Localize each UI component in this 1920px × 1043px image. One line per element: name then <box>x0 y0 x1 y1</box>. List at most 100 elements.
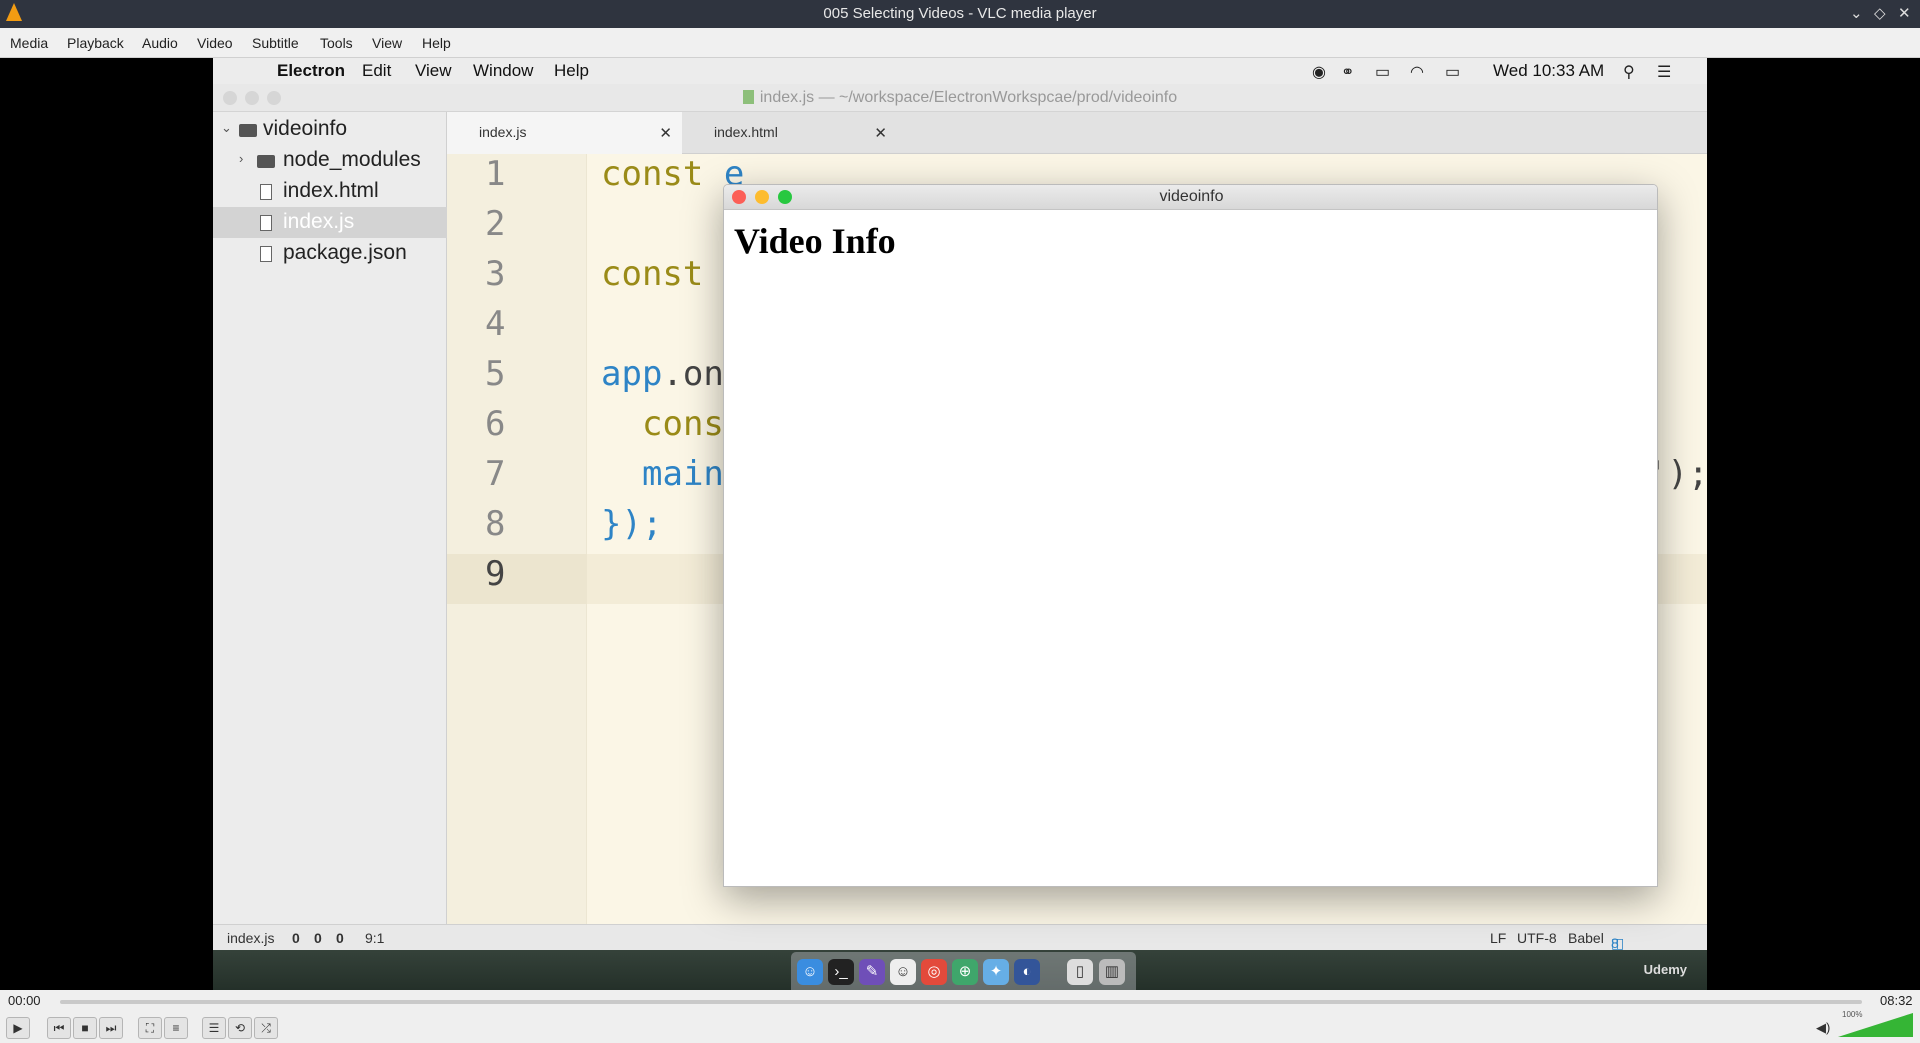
electron-window: videoinfo Video Info <box>723 184 1658 887</box>
loop-button[interactable]: ⟲ <box>228 1017 252 1039</box>
menu-media[interactable]: Media <box>10 35 48 51</box>
glasses-icon: ⚭ <box>1341 64 1355 81</box>
mac-menu-edit: Edit <box>362 61 392 80</box>
status-line-ending: LF <box>1490 930 1507 946</box>
menu-playback[interactable]: Playback <box>67 35 124 51</box>
file-icon <box>260 184 272 200</box>
tab-index-js: index.js ✕ <box>447 112 682 154</box>
menu-subtitle[interactable]: Subtitle <box>252 35 299 51</box>
code-line-8: }); <box>601 504 662 544</box>
tree-root-label: videoinfo <box>263 117 348 140</box>
mac-menu-view: View <box>415 61 452 80</box>
close-icon: ✕ <box>874 125 887 142</box>
status-count: 0 <box>314 930 322 946</box>
close-icon[interactable]: ✕ <box>1898 4 1911 22</box>
shuffle-button[interactable]: ⤮ <box>254 1017 278 1039</box>
line-number: 6 <box>485 404 506 444</box>
vlc-titlebar: 005 Selecting Videos - VLC media player … <box>0 0 1920 28</box>
fullscreen-button[interactable]: ⛶ <box>138 1017 162 1039</box>
mac-menu-app: Electron <box>277 61 346 80</box>
status-bar: index.js 0 0 0 9:1 LF UTF-8 Babel ◫ 8 up… <box>213 924 1707 967</box>
status-count: 0 <box>292 930 300 946</box>
extended-settings-button[interactable]: ≡ <box>164 1017 188 1039</box>
status-grammar: Babel <box>1568 930 1604 946</box>
tree-view: ⌄ videoinfo › node_modules index.html in… <box>213 112 447 924</box>
tree-item-label: index.js <box>283 210 355 233</box>
atom-window: index.js — ~/workspace/ElectronWorkspcae… <box>213 84 1707 967</box>
menu-audio[interactable]: Audio <box>142 35 178 51</box>
tree-item-label: package.json <box>283 241 407 264</box>
play-button[interactable]: ▶ <box>6 1017 30 1039</box>
tree-root: ⌄ videoinfo <box>213 114 447 145</box>
finder-icon: ☺ <box>797 959 823 985</box>
video-area[interactable]: Electron Edit View Window Help ◉ ⚭ ▭ ◠ ▭… <box>0 58 1920 990</box>
previous-button[interactable]: ⏮ <box>47 1017 71 1039</box>
feather-icon: ✎ <box>859 959 885 985</box>
menu-tools[interactable]: Tools <box>320 35 353 51</box>
tree-item-node-modules: › node_modules <box>213 145 447 176</box>
menu-video[interactable]: Video <box>197 35 233 51</box>
chevron-right-icon: › <box>239 151 244 166</box>
line-number: 8 <box>485 504 506 544</box>
electron-minimize-icon <box>755 190 769 204</box>
line-number-gutter: 1 2 3 4 5 6 7 8 9 <box>447 154 587 924</box>
menu-help[interactable]: Help <box>422 35 451 51</box>
folder-icon <box>257 155 275 168</box>
elapsed-time: 00:00 <box>8 993 41 1008</box>
electron-title: videoinfo <box>1159 188 1224 205</box>
volume-icon[interactable]: ◀) <box>1816 1020 1830 1036</box>
terminal-icon: ›_ <box>828 959 854 985</box>
volume-level <box>1838 1013 1913 1037</box>
wifi-icon: ◠ <box>1410 64 1424 81</box>
safari-icon: ✦ <box>983 959 1009 985</box>
quicktime-icon: ◐ <box>1014 959 1040 985</box>
line-number: 2 <box>485 204 506 244</box>
file-icon <box>260 215 272 231</box>
atom-title-text: index.js — ~/workspace/ElectronWorkspcae… <box>759 89 1178 106</box>
status-count: 0 <box>336 930 344 946</box>
status-file: index.js <box>227 930 275 946</box>
mac-menubar: Electron Edit View Window Help ◉ ⚭ ▭ ◠ ▭… <box>213 58 1707 84</box>
electron-heading: Video Info <box>734 221 896 261</box>
video-frame: Electron Edit View Window Help ◉ ⚭ ▭ ◠ ▭… <box>213 58 1707 990</box>
trash-icon: ▥ <box>1099 959 1125 985</box>
menu-view[interactable]: View <box>372 35 402 51</box>
tree-item-label: node_modules <box>283 148 421 171</box>
emoji-app-icon: ☺ <box>890 959 916 985</box>
minimize-icon[interactable]: ⌄ <box>1850 4 1863 22</box>
total-time: 08:32 <box>1880 993 1913 1008</box>
seek-slider[interactable] <box>60 1000 1862 1004</box>
notification-list-icon: ☰ <box>1657 64 1672 81</box>
battery-icon: ▭ <box>1445 64 1461 81</box>
atom-titlebar: index.js — ~/workspace/ElectronWorkspcae… <box>213 84 1707 112</box>
line-number: 4 <box>485 304 506 344</box>
close-icon: ✕ <box>659 125 672 142</box>
code-punct: }); <box>601 504 663 544</box>
code-keyword: const <box>601 154 704 194</box>
tab-label: index.html <box>714 124 778 140</box>
electron-close-icon <box>732 190 746 204</box>
udemy-watermark: Udemy <box>1643 962 1687 977</box>
atom-close-icon <box>223 91 237 105</box>
tab-bar: index.js ✕ index.html ✕ <box>447 112 1707 154</box>
file-icon <box>260 246 272 262</box>
atom-minimize-icon <box>245 91 259 105</box>
next-button[interactable]: ⏭ <box>99 1017 123 1039</box>
network-icon: ⊕ <box>952 959 978 985</box>
playlist-button[interactable]: ☰ <box>202 1017 226 1039</box>
folder-icon <box>239 124 257 137</box>
tree-item-index-js: index.js <box>213 207 447 238</box>
line-number: 7 <box>485 454 506 494</box>
spotlight-search-icon: ⚲ <box>1623 64 1635 81</box>
line-number: 5 <box>485 354 506 394</box>
code-identifier: app <box>601 354 663 394</box>
tab-label: index.js <box>479 124 527 140</box>
stop-button[interactable]: ■ <box>73 1017 97 1039</box>
airplay-icon: ▭ <box>1375 64 1391 81</box>
tree-item-label: index.html <box>283 179 379 202</box>
vlc-controls: 00:00 08:32 ▶ ⏮ ■ ⏭ ⛶ ≡ ☰ ⟲ ⤮ ◀) 100% <box>0 990 1920 1043</box>
mac-clock: Wed 10:33 AM <box>1493 61 1605 80</box>
record-icon: ◉ <box>1312 64 1326 81</box>
volume-slider[interactable] <box>1838 1013 1913 1037</box>
maximize-icon[interactable]: ◇ <box>1874 4 1886 22</box>
